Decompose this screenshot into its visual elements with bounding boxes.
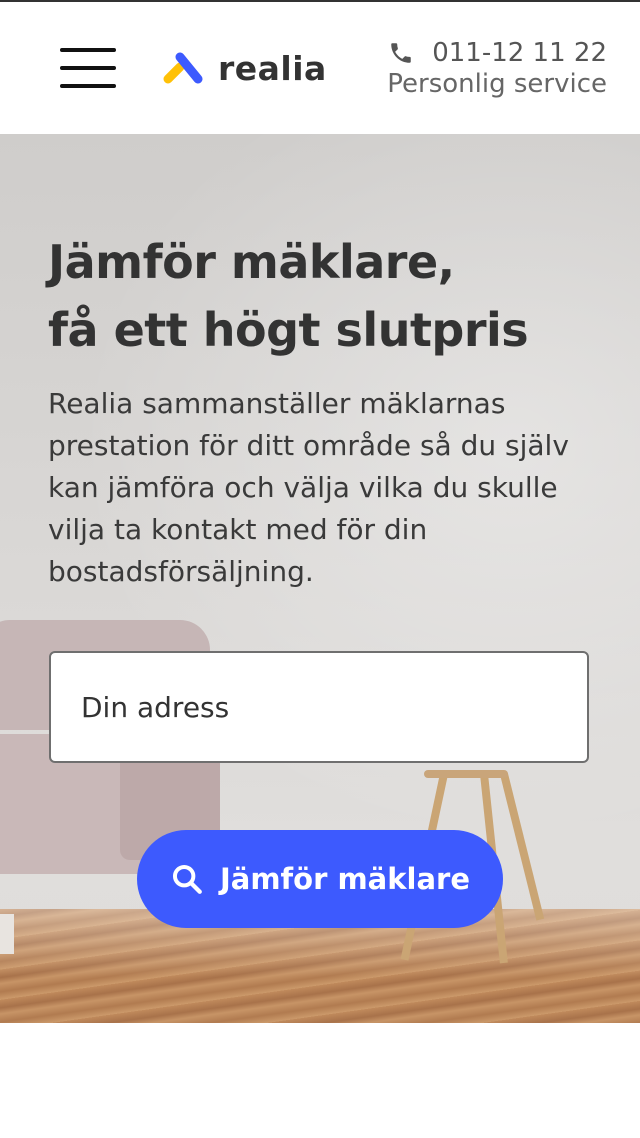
logo-link[interactable]: realia bbox=[162, 46, 327, 90]
hero-description: Realia sammanställer mäklarnas prestatio… bbox=[48, 387, 569, 588]
search-icon bbox=[172, 864, 202, 894]
realia-logo-icon bbox=[163, 52, 203, 84]
contact-block[interactable]: 011-12 11 22 Personlig service bbox=[387, 38, 607, 100]
hero-title-line-1: Jämför mäklare, bbox=[48, 235, 455, 289]
site-header: realia 011-12 11 22 Personlig service bbox=[0, 2, 640, 134]
service-label: Personlig service bbox=[387, 69, 607, 99]
phone-icon bbox=[391, 43, 411, 63]
hero-section: Jämför mäklare, få ett högt slutpris Rea… bbox=[0, 134, 640, 1023]
hero-title: Jämför mäklare, få ett högt slutpris bbox=[48, 228, 608, 364]
compare-agents-button[interactable]: Jämför mäklare bbox=[137, 830, 503, 928]
address-input[interactable] bbox=[49, 651, 589, 763]
hero-title-line-2: få ett högt slutpris bbox=[48, 303, 529, 357]
below-hero-area bbox=[0, 1023, 640, 1138]
phone-row[interactable]: 011-12 11 22 bbox=[387, 38, 607, 68]
hamburger-menu-icon[interactable] bbox=[60, 48, 116, 88]
compare-agents-label: Jämför mäklare bbox=[219, 862, 471, 896]
logo-text: realia bbox=[218, 48, 327, 88]
phone-number[interactable]: 011-12 11 22 bbox=[432, 38, 607, 68]
